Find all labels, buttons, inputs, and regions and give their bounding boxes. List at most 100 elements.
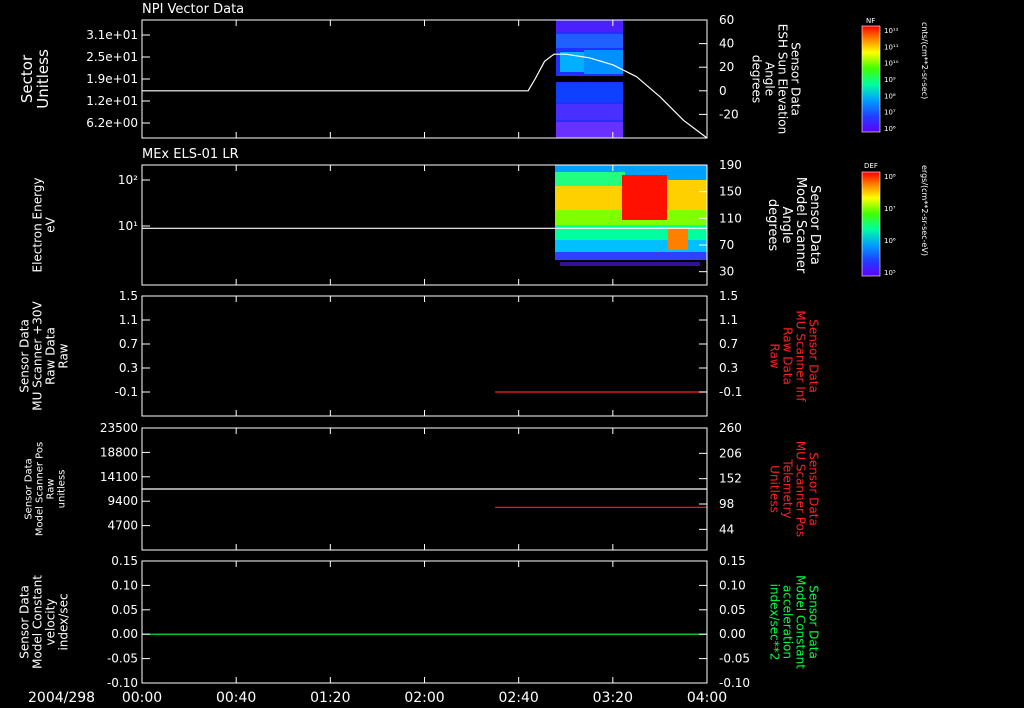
colorbar-label: DEF xyxy=(864,162,878,170)
ylabel-left-line: Model Constant xyxy=(31,575,45,669)
ylabel-right-line: Sensor Data xyxy=(807,185,822,265)
ytick-label-right: 20 xyxy=(719,60,734,74)
ytick-label-right: 0.10 xyxy=(719,578,746,592)
ytick-label-right: -0.05 xyxy=(719,652,750,666)
colorbar-units: cnts/(cm**2-sr-sec) xyxy=(920,22,929,99)
ylabel-right-line: degrees xyxy=(750,55,764,103)
ytick-label-right: 60 xyxy=(719,13,734,27)
ytick-label-right: 0.3 xyxy=(719,361,738,375)
ylabel-right-line: Model Scanner xyxy=(793,177,808,274)
ylabel-right: Sensor DataModel ScannerAngledegrees xyxy=(765,177,822,274)
ytick-label-right: 152 xyxy=(719,472,742,486)
ytick-label-left: 1.2e+01 xyxy=(86,94,138,108)
ytick-label-right: 206 xyxy=(719,446,742,460)
ytick-label-left: 4700 xyxy=(107,519,138,533)
ytick-label-right: 1.1 xyxy=(719,313,738,327)
ytick-label-right: 0.15 xyxy=(719,554,746,568)
panel-els: MEx ELS-01 LR 10² 10¹ 190 150 110 70 30 Electro… xyxy=(31,147,822,286)
ytick-label-right: 44 xyxy=(719,522,734,536)
colorbar-nf: NF cnts/(cm**2-sr-sec) 10¹² 10¹¹ 10¹⁰ 10⁹ 10… xyxy=(861,17,929,133)
colorbar-tick: 10¹¹ xyxy=(884,43,899,51)
ylabel-right: Sensor DataESH Sun ElevationAngledegrees xyxy=(750,24,803,134)
panel-frame xyxy=(141,560,708,684)
colorbar-def: DEF ergs/(cm**2-sr-sec-eV) 10⁸ 10⁷ 10⁶ 10⁵ xyxy=(861,162,929,277)
ytick-label-left: -0.10 xyxy=(107,676,138,690)
colorbar-tick: 10⁷ xyxy=(884,109,896,117)
ytick-label-left: 0.05 xyxy=(111,603,138,617)
ylabel-left-line: Model Scanner Pos xyxy=(35,442,46,536)
ytick-label-right: 110 xyxy=(719,211,742,225)
ytick-label-right: -0.10 xyxy=(719,676,750,690)
ylabel-left-line: Raw Data xyxy=(44,327,58,385)
ylabel-left-line: unitless xyxy=(57,470,68,509)
ytick-label-left: 0.00 xyxy=(111,627,138,641)
ylabel-left-line: Sensor Data xyxy=(18,319,32,393)
ytick-label-right: 0.00 xyxy=(719,627,746,641)
date-label: 2004/298 xyxy=(28,690,95,706)
ylabel-right-line: Angle xyxy=(763,62,777,96)
panel-title: MEx ELS-01 LR xyxy=(142,147,239,162)
panel-title: NPI Vector Data xyxy=(142,2,244,17)
xtick-label: 00:40 xyxy=(216,690,256,706)
ytick-label-left: 23500 xyxy=(100,421,138,435)
colorbar-tick: 10¹⁰ xyxy=(884,60,899,68)
ylabel-right-line: index/sec**2 xyxy=(768,584,782,661)
ytick-label-right: 40 xyxy=(719,37,734,51)
ytick-label-right: 30 xyxy=(719,265,734,279)
ylabel-right-line: Telemetry xyxy=(781,458,795,518)
colorbar-tick: 10⁸ xyxy=(884,92,896,100)
ytick-label-right: 1.5 xyxy=(719,289,738,303)
ylabel-right-line: Raw Data xyxy=(781,327,795,385)
ytick-label-right: 150 xyxy=(719,185,742,199)
ytick-label-left: 0.15 xyxy=(111,554,138,568)
ytick-label-left: 10² xyxy=(118,173,138,187)
colorbar-tick: 10⁸ xyxy=(884,173,896,181)
ytick-label-left: 1.1 xyxy=(119,313,138,327)
xtick-label: 01:20 xyxy=(310,690,350,706)
ytick-label-right: 0.05 xyxy=(719,603,746,617)
ytick-label-right: 260 xyxy=(719,421,742,435)
ytick-label-right: 70 xyxy=(719,238,734,252)
time-axis: 00:00 00:40 01:20 02:00 02:40 03:20 04:00 xyxy=(122,690,727,706)
ylabel-right-line: degrees xyxy=(765,199,780,252)
ytick-label-left: 18800 xyxy=(100,445,138,459)
ylabel-right-line: ESH Sun Elevation xyxy=(776,24,790,134)
ytick-label-right: 0.7 xyxy=(719,337,738,351)
ytick-label-right: 98 xyxy=(719,497,734,511)
ylabel-right-line: Angle xyxy=(779,207,794,244)
ytick-label-right: 0 xyxy=(719,84,727,98)
ytick-label-left: -0.05 xyxy=(107,652,138,666)
ylabel-left: Electron Energy eV xyxy=(31,177,58,272)
xtick-label: 02:40 xyxy=(498,690,538,706)
heatmap-els xyxy=(555,165,707,266)
ytick-label-left: 0.3 xyxy=(119,361,138,375)
ylabel-right-line: Unitless xyxy=(768,465,782,513)
ytick-label-right: -20 xyxy=(719,107,739,121)
ylabel-left-line: velocity xyxy=(44,599,58,646)
panel-mu-raw: 1.5 1.1 0.7 0.3 -0.1 1.5 1.1 0.7 0.3 -0.1 Sensor D… xyxy=(18,289,821,417)
xtick-label: 02:00 xyxy=(404,690,444,706)
colorbar-tick: 10⁶ xyxy=(884,237,896,245)
ytick-label-left: 2.5e+01 xyxy=(86,50,138,64)
ylabel-right-line: MU Scanner Inf xyxy=(794,310,808,402)
ylabel-right-line: Sensor Data xyxy=(807,452,821,526)
colorbar-label: NF xyxy=(866,17,875,25)
ytick-label-left: -0.1 xyxy=(115,385,138,399)
ytick-label-right: -0.1 xyxy=(719,385,742,399)
ylabel-left-line: Raw xyxy=(57,343,71,368)
ylabel-left-line: MU Scanner +30V xyxy=(31,301,45,411)
ytick-label-left: 0.7 xyxy=(119,337,138,351)
ylabel-left-line: Sensor Data xyxy=(24,458,35,519)
ylabel-right-line: Sensor Data xyxy=(789,42,803,116)
ylabel-left-line: eV xyxy=(44,216,58,232)
ytick-label-left: 0.10 xyxy=(111,578,138,592)
ylabel-left: Sensor Data Model Scanner Pos Raw unitless xyxy=(24,442,68,536)
ylabel-right-line: Sensor Data xyxy=(807,585,821,659)
ylabel-right-line: MU Scanner Pos xyxy=(794,441,808,537)
colorbar-tick: 10⁵ xyxy=(884,269,896,277)
colorbar-tick: 10⁹ xyxy=(884,76,896,84)
colorbar-tick: 10¹² xyxy=(884,27,899,35)
panel-npi: NPI Vector Data 3.1e+01 2.5e+01 1.9e+01 1.2… xyxy=(18,2,803,139)
colorbar-units: ergs/(cm**2-sr-sec-eV) xyxy=(920,165,929,256)
ylabel-left: Sensor Data Model Constant velocity index/s… xyxy=(18,575,71,669)
